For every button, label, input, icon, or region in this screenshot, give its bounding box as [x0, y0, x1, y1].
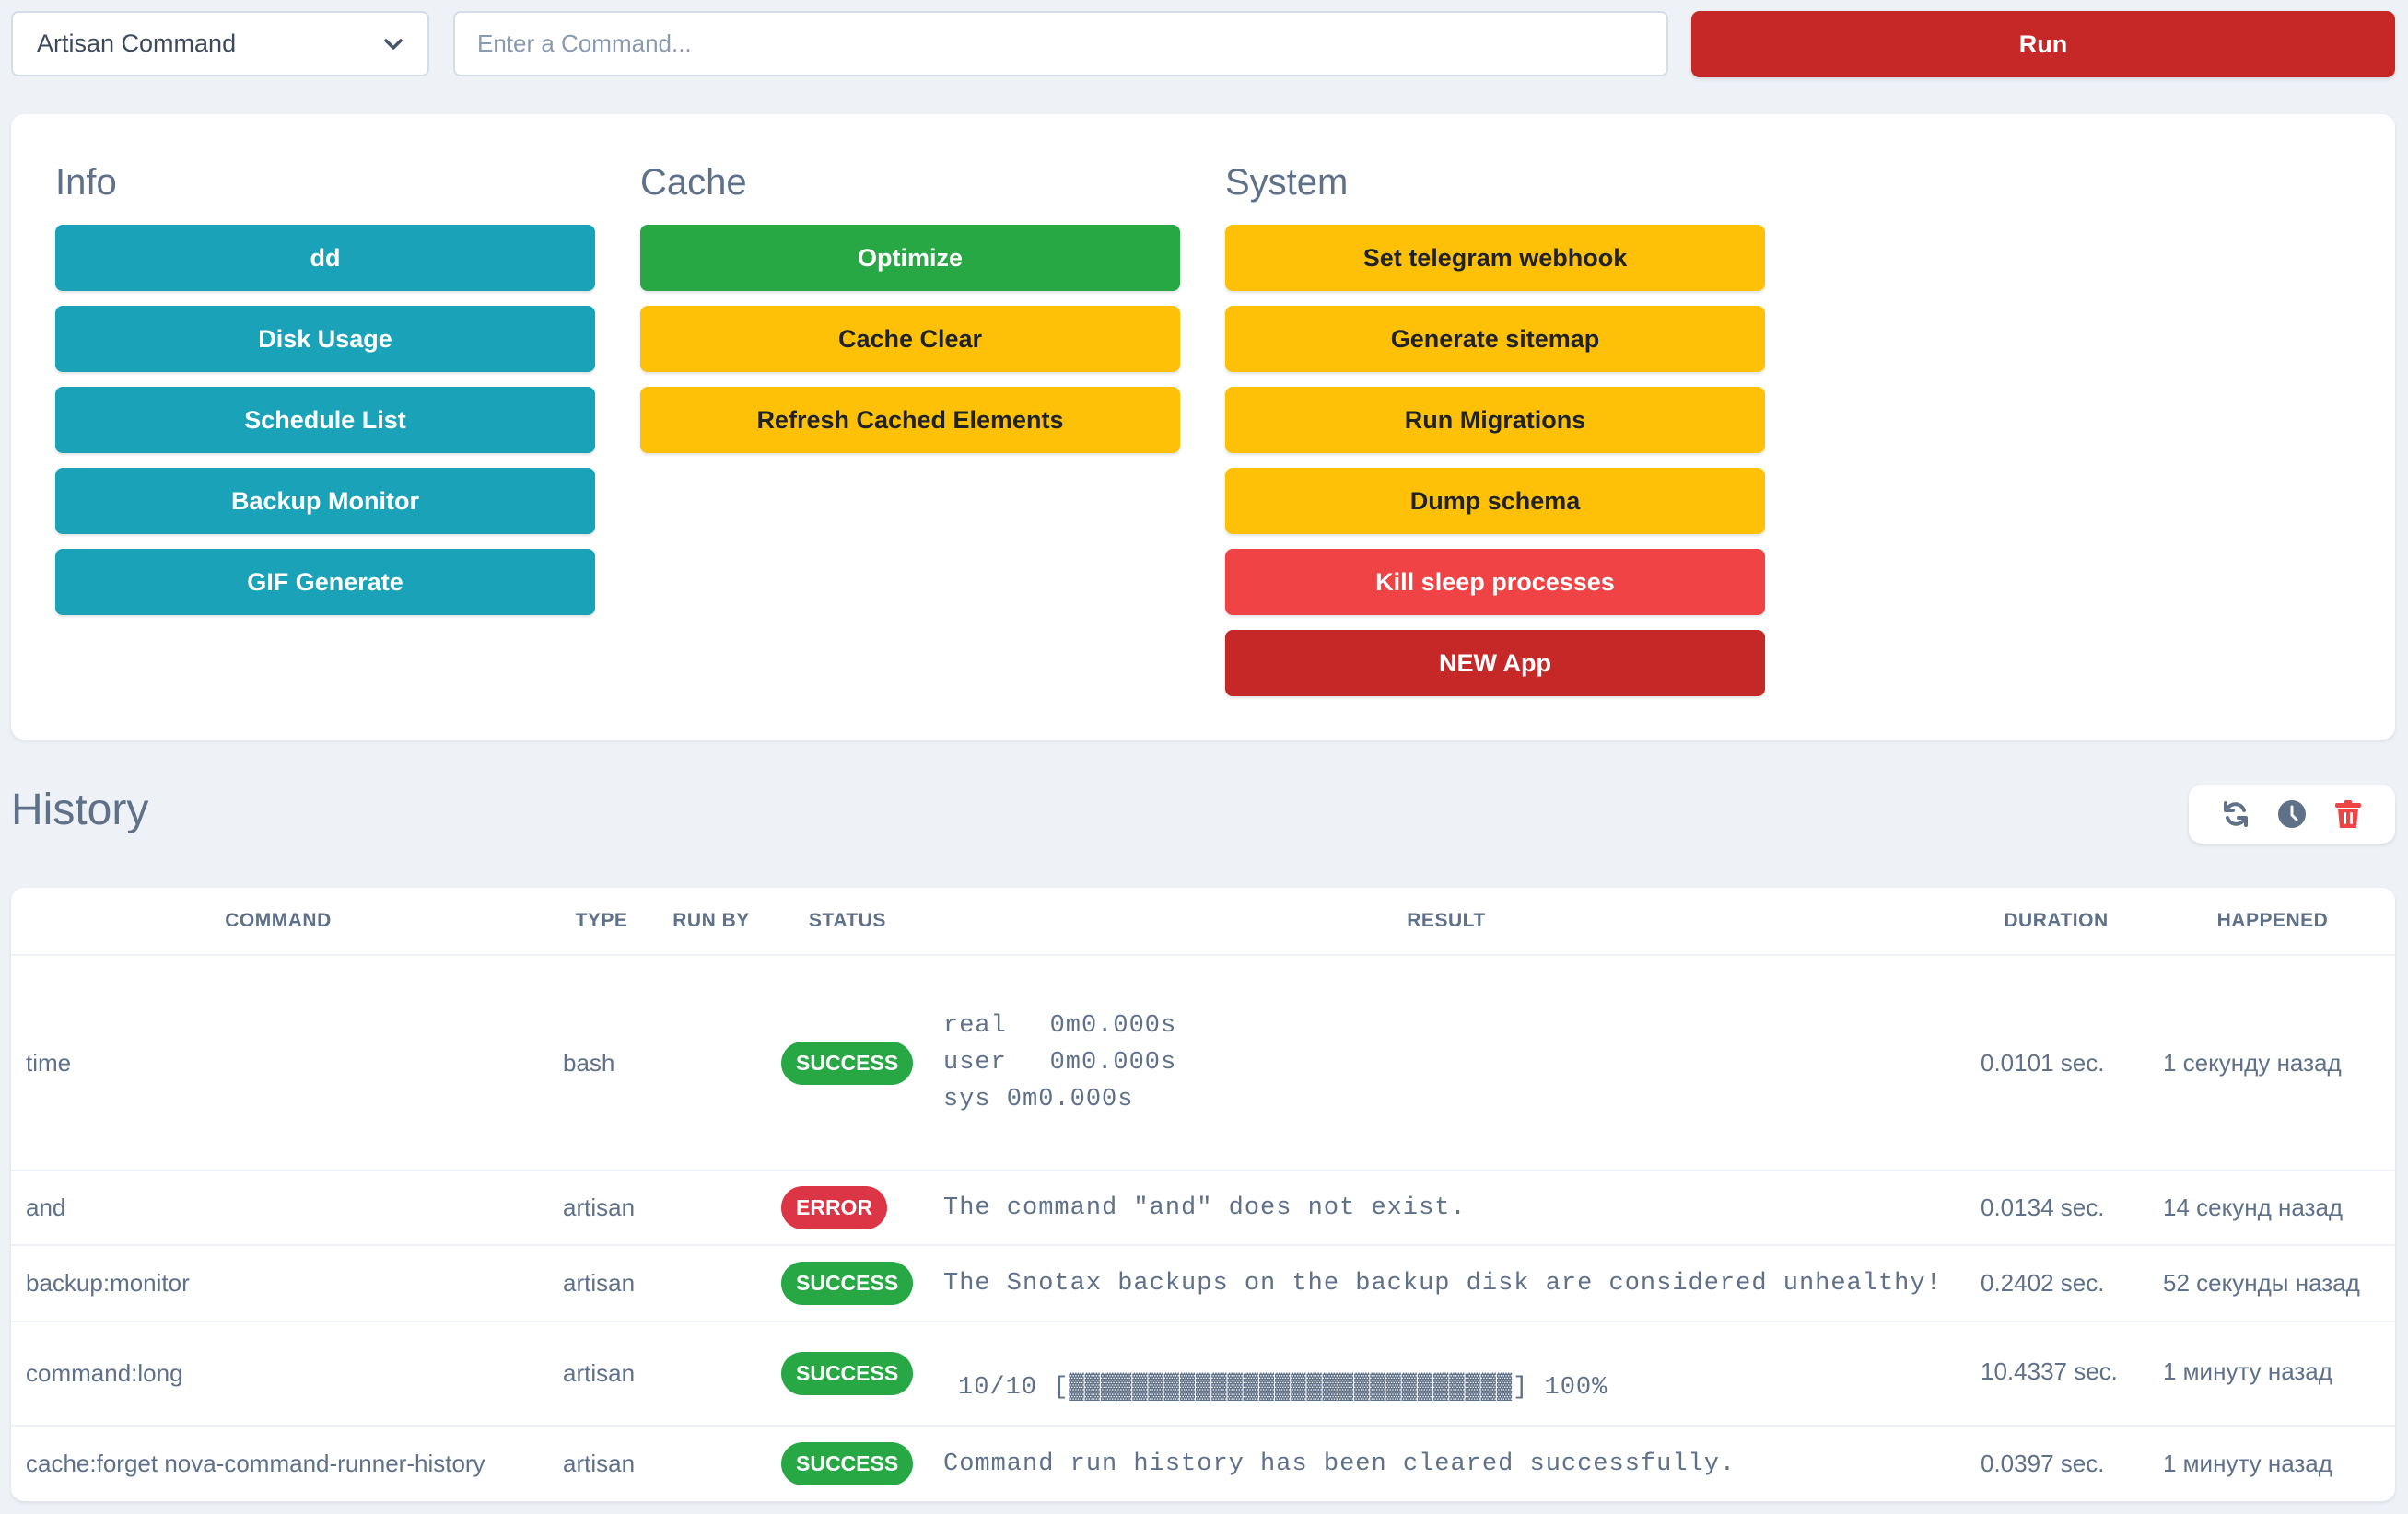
new-app-button[interactable]: NEW App	[1225, 630, 1765, 696]
column-header-result: Result	[930, 888, 1962, 956]
status-badge: SUCCESS	[781, 1262, 914, 1305]
cell-result: The Snotax backups on the backup disk ar…	[943, 1269, 1942, 1298]
disk-usage-button[interactable]: Disk Usage	[55, 306, 595, 372]
history-title: History	[11, 786, 149, 834]
clock-icon[interactable]	[2275, 798, 2309, 831]
cell-duration: 10.4337 sec.	[1962, 1322, 2150, 1427]
refresh-cached-elements-button[interactable]: Refresh Cached Elements	[640, 387, 1180, 453]
cell-type: bash	[545, 955, 658, 1171]
cell-command: cache:forget nova-command-runner-history	[26, 1450, 485, 1477]
refresh-icon[interactable]	[2219, 798, 2252, 831]
cell-happened: 1 минуту назад	[2150, 1322, 2395, 1427]
column-header-happened: Happened	[2150, 888, 2395, 956]
gif-generate-button[interactable]: GIF Generate	[55, 549, 595, 615]
group-title: Cache	[640, 162, 747, 203]
command-input[interactable]	[453, 11, 1668, 76]
cell-command: time	[11, 955, 545, 1171]
cell-run-by	[658, 955, 765, 1171]
command-type-select[interactable]: Artisan Command	[11, 11, 429, 76]
backup-monitor-button[interactable]: Backup Monitor	[55, 468, 595, 534]
status-badge: SUCCESS	[781, 1041, 914, 1085]
history-toolbar	[2189, 785, 2395, 844]
run-migrations-button[interactable]: Run Migrations	[1225, 387, 1765, 453]
command-type-value: Artisan Command	[37, 29, 237, 57]
history-table: Command Type Run By Status Result Durati…	[11, 888, 2395, 1501]
kill-sleep-processes-button[interactable]: Kill sleep processes	[1225, 549, 1765, 615]
chevron-down-icon	[383, 34, 403, 54]
cell-happened: 52 секунды назад	[2150, 1245, 2395, 1322]
cell-type: artisan	[545, 1245, 658, 1322]
cell-happened: 14 секунд назад	[2150, 1170, 2395, 1246]
cell-type: artisan	[545, 1170, 658, 1246]
cell-result: real 0m0.000s user 0m0.000s sys 0m0.000s	[943, 1012, 1177, 1113]
group-title: System	[1225, 162, 1349, 203]
trash-icon[interactable]	[2332, 798, 2365, 831]
group-system: System Set telegram webhook Generate sit…	[1225, 160, 1765, 711]
status-badge: SUCCESS	[781, 1352, 914, 1395]
schedule-list-button[interactable]: Schedule List	[55, 387, 595, 453]
commands-panel: Info dd Disk Usage Schedule List Backup …	[11, 114, 2395, 740]
cell-command: command:long	[11, 1322, 545, 1427]
cell-duration: 0.0397 sec.	[1981, 1450, 2105, 1477]
group-cache: Cache Optimize Cache Clear Refresh Cache…	[640, 160, 1180, 468]
column-header-run-by: Run By	[658, 888, 765, 956]
cell-happened: 1 секунду назад	[2150, 955, 2395, 1171]
cell-duration: 0.0101 sec.	[1962, 955, 2150, 1171]
table-row: backup:monitor artisan SUCCESS The Snota…	[11, 1245, 2395, 1322]
generate-sitemap-button[interactable]: Generate sitemap	[1225, 306, 1765, 372]
cell-command: backup:monitor	[11, 1245, 545, 1322]
cell-command: and	[11, 1170, 545, 1246]
dd-button[interactable]: dd	[55, 225, 595, 291]
cell-duration: 0.0134 sec.	[1962, 1170, 2150, 1246]
column-header-duration: Duration	[1962, 888, 2150, 956]
cell-run-by	[658, 1245, 765, 1322]
cell-run-by	[658, 1322, 765, 1427]
column-header-command: Command	[11, 888, 545, 956]
column-header-type: Type	[545, 888, 658, 956]
status-badge: ERROR	[781, 1186, 888, 1229]
dump-schema-button[interactable]: Dump schema	[1225, 468, 1765, 534]
cache-clear-button[interactable]: Cache Clear	[640, 306, 1180, 372]
cell-run-by	[658, 1426, 765, 1501]
cell-result: The command "and" does not exist.	[943, 1194, 1467, 1222]
cell-happened: 1 минуту назад	[2163, 1450, 2332, 1477]
table-row: time bash SUCCESS real 0m0.000s user 0m0…	[11, 955, 2395, 1171]
table-row: and artisan ERROR The command "and" does…	[11, 1170, 2395, 1246]
table-row: cache:forget nova-command-runner-history…	[11, 1426, 2395, 1501]
group-title: Info	[55, 162, 117, 203]
run-button[interactable]: Run	[1691, 11, 2395, 77]
status-badge: SUCCESS	[781, 1442, 914, 1485]
group-info: Info dd Disk Usage Schedule List Backup …	[55, 160, 595, 630]
column-header-status: Status	[765, 888, 930, 956]
optimize-button[interactable]: Optimize	[640, 225, 1180, 291]
cell-result-progress: 10/10 [▓▓▓▓▓▓▓▓▓▓▓▓▓▓▓▓▓▓▓▓▓▓▓▓▓▓▓▓] 100…	[958, 1373, 1608, 1402]
cell-duration: 0.2402 sec.	[1962, 1245, 2150, 1322]
cell-type: artisan	[563, 1450, 636, 1477]
cell-type: artisan	[545, 1322, 658, 1427]
cell-run-by	[658, 1170, 765, 1246]
table-row: command:long artisan SUCCESS 10/10 [▓▓▓▓…	[11, 1322, 2395, 1427]
set-telegram-webhook-button[interactable]: Set telegram webhook	[1225, 225, 1765, 291]
cell-result: Command run history has been cleared suc…	[943, 1450, 1736, 1478]
table-header-row: Command Type Run By Status Result Durati…	[11, 888, 2395, 956]
